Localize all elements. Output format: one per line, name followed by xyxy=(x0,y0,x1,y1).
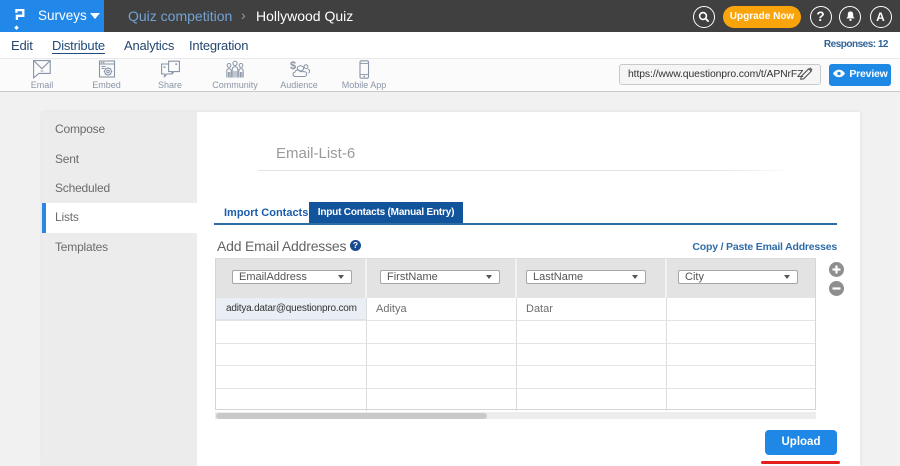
svg-text:$: $ xyxy=(290,60,296,72)
